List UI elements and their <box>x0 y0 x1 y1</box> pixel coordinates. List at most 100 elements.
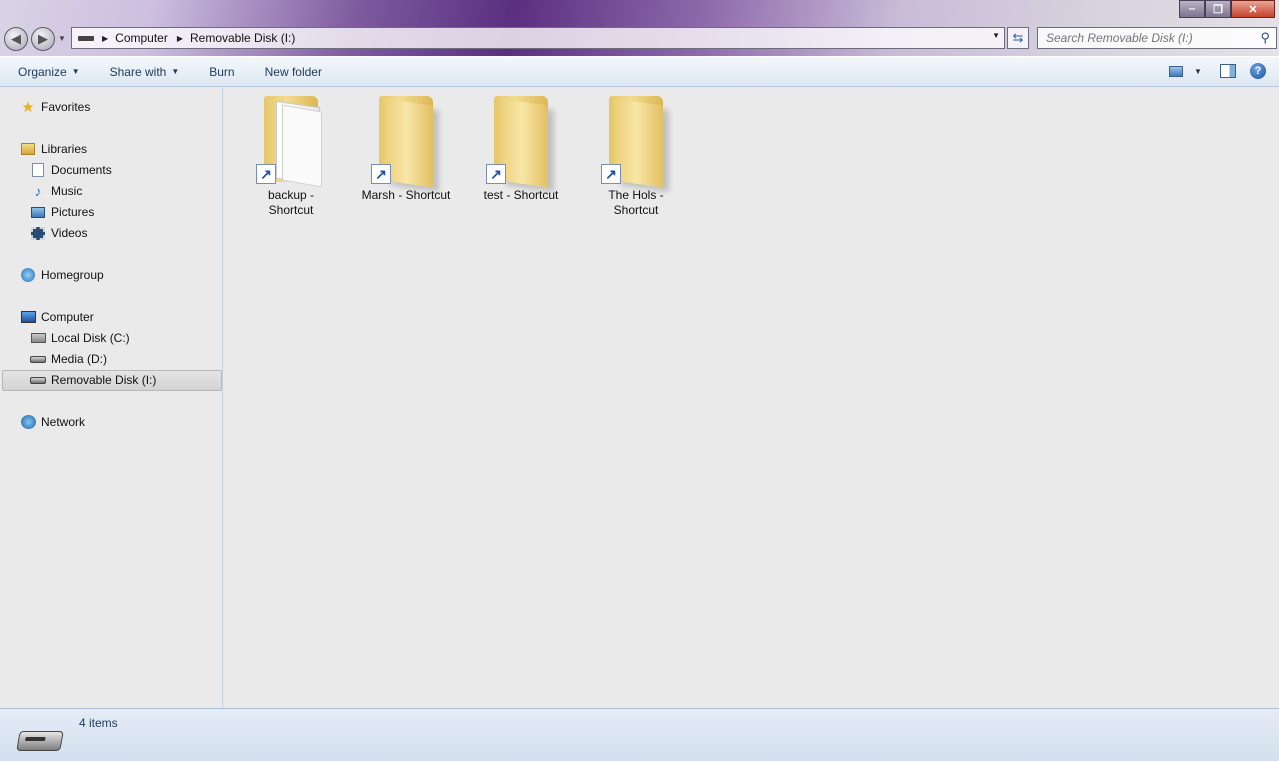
chevron-right-icon[interactable]: ▶ <box>177 34 183 43</box>
share-with-label: Share with <box>110 65 167 79</box>
homegroup-icon <box>21 268 35 282</box>
minimize-button[interactable]: ‒ <box>1179 0 1205 18</box>
breadcrumb-computer[interactable]: Computer <box>115 31 168 45</box>
chevron-down-icon: ▼ <box>171 67 179 76</box>
arrow-right-icon: ▶ <box>38 31 48 47</box>
details-pane: 4 items <box>0 708 1279 761</box>
new-folder-label: New folder <box>265 65 322 79</box>
view-controls: ▼ ? <box>1155 63 1267 79</box>
refresh-icon: ⇆ <box>1013 30 1024 46</box>
library-icon <box>21 143 35 155</box>
file-item-label: backup - Shortcut <box>238 188 344 218</box>
film-icon <box>31 227 45 240</box>
navigation-pane: ★ Favorites Libraries Documents ♪ Music … <box>0 88 223 708</box>
title-bar: ‒ ❐ ✕ ◀ ▶ ▼ ▶ Computer ▶ Removable Disk … <box>0 0 1279 56</box>
nav-removable-disk[interactable]: Removable Disk (I:) <box>30 370 156 390</box>
search-input[interactable] <box>1038 28 1248 48</box>
view-options-dropdown[interactable]: ▼ <box>1189 63 1207 79</box>
new-folder-button[interactable]: New folder <box>265 65 322 79</box>
forward-button[interactable]: ▶ <box>31 27 55 51</box>
network-icon <box>21 415 36 429</box>
file-item-backup[interactable]: ↗ backup - Shortcut <box>238 94 344 224</box>
organize-label: Organize <box>18 65 67 79</box>
nav-homegroup-label: Homegroup <box>41 268 104 282</box>
file-item-label: Marsh - Shortcut <box>353 188 459 203</box>
computer-icon <box>21 311 36 323</box>
file-item-label: test - Shortcut <box>468 188 574 203</box>
preview-pane-button[interactable] <box>1219 63 1237 79</box>
file-item-test[interactable]: ↗ test - Shortcut <box>468 94 574 224</box>
nav-documents[interactable]: Documents <box>30 160 112 180</box>
help-button[interactable]: ? <box>1249 63 1267 79</box>
nav-network[interactable]: Network <box>20 412 85 432</box>
shortcut-arrow-icon: ↗ <box>601 164 621 184</box>
label-line: test - Shortcut <box>468 188 574 203</box>
organize-button[interactable]: Organize ▼ <box>18 65 80 79</box>
burn-button[interactable]: Burn <box>209 65 234 79</box>
music-note-icon: ♪ <box>35 183 42 199</box>
nav-network-label: Network <box>41 415 85 429</box>
item-count: 4 items <box>79 716 118 730</box>
document-icon <box>32 163 44 177</box>
nav-favorites-label: Favorites <box>41 100 90 114</box>
burn-label: Burn <box>209 65 234 79</box>
nav-computer[interactable]: Computer <box>20 307 94 327</box>
file-item-the-hols[interactable]: ↗ The Hols - Shortcut <box>583 94 689 224</box>
label-line: The Hols - <box>583 188 689 203</box>
file-item-marsh[interactable]: ↗ Marsh - Shortcut <box>353 94 459 224</box>
folder-shortcut-icon: ↗ <box>601 94 671 184</box>
shortcut-arrow-icon: ↗ <box>486 164 506 184</box>
label-line: Marsh - Shortcut <box>353 188 459 203</box>
recent-pages-dropdown[interactable]: ▼ <box>58 34 68 44</box>
nav-libraries-label: Libraries <box>41 142 87 156</box>
nav-homegroup[interactable]: Homegroup <box>20 265 104 285</box>
file-item-label: The Hols - Shortcut <box>583 188 689 218</box>
close-button[interactable]: ✕ <box>1231 0 1275 18</box>
file-list[interactable]: ↗ backup - Shortcut ↗ Marsh - Shortcut ↗… <box>224 88 1279 708</box>
nav-local-disk-label: Local Disk (C:) <box>51 331 130 345</box>
local-disk-icon <box>31 333 46 343</box>
chevron-down-icon: ▼ <box>72 67 80 76</box>
chevron-down-icon: ▼ <box>1194 67 1202 76</box>
change-view-button[interactable] <box>1167 63 1185 79</box>
command-bar: Organize ▼ Share with ▼ Burn New folder ▼ … <box>0 56 1279 87</box>
star-icon: ★ <box>21 98 34 116</box>
search-box[interactable]: ⚲ <box>1037 27 1277 49</box>
nav-pictures-label: Pictures <box>51 205 94 219</box>
nav-libraries[interactable]: Libraries <box>20 139 87 159</box>
arrow-left-icon: ◀ <box>11 31 21 47</box>
nav-favorites[interactable]: ★ Favorites <box>20 97 90 117</box>
label-line: Shortcut <box>583 203 689 218</box>
removable-drive-icon <box>30 377 46 384</box>
shortcut-arrow-icon: ↗ <box>371 164 391 184</box>
drive-icon <box>78 36 94 41</box>
nav-media[interactable]: Media (D:) <box>30 349 107 369</box>
window-controls: ‒ ❐ ✕ <box>1179 0 1275 18</box>
chevron-right-icon[interactable]: ▶ <box>102 34 108 43</box>
breadcrumb-removable-disk[interactable]: Removable Disk (I:) <box>190 31 295 45</box>
nav-videos[interactable]: Videos <box>30 223 87 243</box>
nav-documents-label: Documents <box>51 163 112 177</box>
label-line: backup - <box>238 188 344 203</box>
removable-drive-icon <box>16 731 64 751</box>
maximize-button[interactable]: ❐ <box>1205 0 1231 18</box>
nav-pictures[interactable]: Pictures <box>30 202 94 222</box>
back-button[interactable]: ◀ <box>4 27 28 51</box>
address-bar[interactable]: ▶ Computer ▶ Removable Disk (I:) ▼ <box>71 27 1005 49</box>
address-dropdown-icon[interactable]: ▼ <box>992 31 1000 40</box>
folder-shortcut-icon: ↗ <box>371 94 441 184</box>
folder-shortcut-icon: ↗ <box>256 94 326 184</box>
nav-music-label: Music <box>51 184 82 198</box>
help-icon: ? <box>1250 63 1266 79</box>
shortcut-arrow-icon: ↗ <box>256 164 276 184</box>
preview-pane-icon <box>1220 64 1236 78</box>
search-icon[interactable]: ⚲ <box>1260 30 1270 46</box>
nav-removable-disk-label: Removable Disk (I:) <box>51 373 156 387</box>
view-icon <box>1169 66 1183 77</box>
nav-local-disk[interactable]: Local Disk (C:) <box>30 328 130 348</box>
share-with-button[interactable]: Share with ▼ <box>110 65 180 79</box>
folder-shortcut-icon: ↗ <box>486 94 556 184</box>
nav-music[interactable]: ♪ Music <box>30 181 82 201</box>
picture-icon <box>31 207 45 218</box>
refresh-button[interactable]: ⇆ <box>1007 27 1029 49</box>
